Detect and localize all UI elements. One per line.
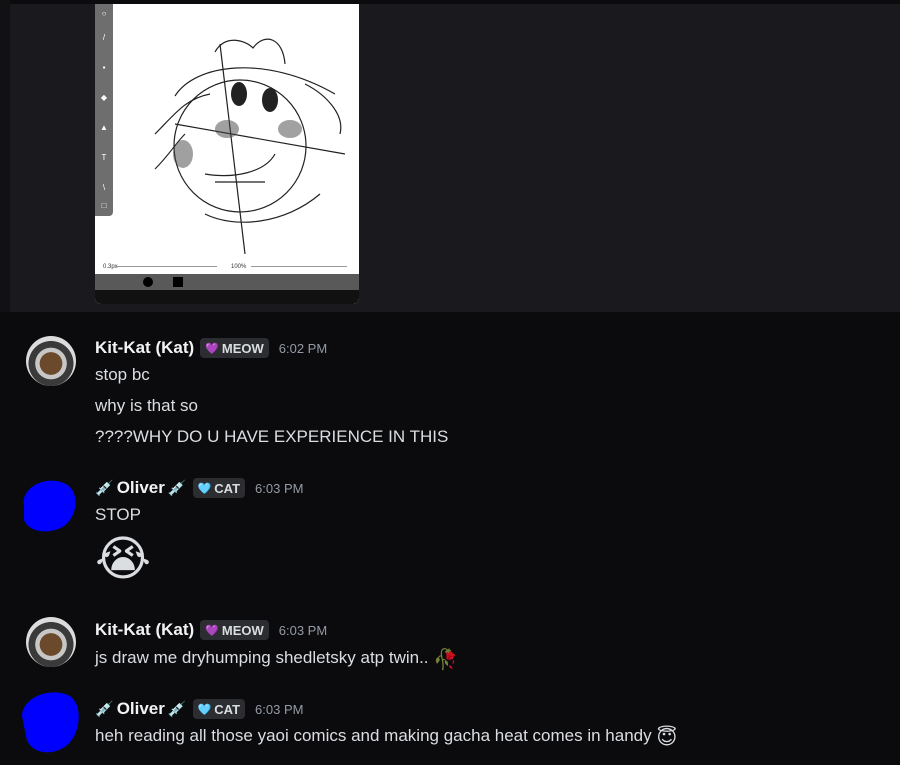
ruler-icon: \ xyxy=(102,183,106,192)
username[interactable]: Oliver xyxy=(117,699,165,719)
timestamp: 6:02 PM xyxy=(278,340,328,356)
avatar[interactable] xyxy=(26,336,76,386)
brush-sliders[interactable]: 0.3px 100% xyxy=(95,260,359,274)
sketch-drawing xyxy=(154,38,346,255)
layer-swatch[interactable] xyxy=(173,277,183,287)
message-header: Kit-Kat (Kat) 💜 MEOW 6:02 PM xyxy=(95,338,327,358)
heart-icon: 🩵 xyxy=(197,482,212,495)
phone-nav-bar xyxy=(95,290,359,304)
role-tag[interactable]: 💜 MEOW xyxy=(200,338,269,358)
timestamp: 6:03 PM xyxy=(278,622,328,638)
syringe-icon: 💉 xyxy=(95,701,114,718)
app-bottom-toolbar xyxy=(95,274,359,290)
message-text: ????WHY DO U HAVE EXPERIENCE IN THIS xyxy=(95,427,449,446)
syringe-icon: 💉 xyxy=(167,701,187,718)
divider xyxy=(0,0,10,312)
username[interactable]: Kit-Kat (Kat) xyxy=(95,338,194,358)
message-group: Kit-Kat (Kat) 💜 MEOW 6:03 PM js draw me … xyxy=(0,602,900,682)
message-text: heh reading all those yaoi comics and ma… xyxy=(95,726,652,745)
message-header: 💉 Oliver 💉 🩵 CAT 6:03 PM xyxy=(95,478,303,498)
message-group: 💉 Oliver 💉 🩵 CAT 6:03 PM STOP 😭 xyxy=(0,452,900,602)
fill-icon: ◆ xyxy=(100,93,108,102)
message-text: STOP xyxy=(95,505,141,524)
avatar[interactable] xyxy=(16,688,82,756)
wilted-rose-emoji[interactable]: 🥀 xyxy=(433,649,458,671)
message-header: Kit-Kat (Kat) 💜 MEOW 6:03 PM xyxy=(95,620,327,640)
timestamp: 6:03 PM xyxy=(255,480,304,496)
heart-icon: 🩵 xyxy=(197,703,212,716)
select-icon: ▲ xyxy=(100,123,108,132)
drawing-tool-rail: ○ / ▪ ◆ ▲ T \ □ xyxy=(95,4,113,216)
eraser-icon: ▪ xyxy=(102,63,106,72)
color-swatch[interactable] xyxy=(143,277,153,287)
attachment-area: ○ / ▪ ◆ ▲ T \ □ 0.3px 100% xyxy=(0,0,900,312)
avatar[interactable] xyxy=(26,617,76,667)
role-tag-label: MEOW xyxy=(221,622,264,638)
avatar[interactable] xyxy=(16,476,80,536)
role-tag-label: CAT xyxy=(214,480,241,496)
brush-size-slider[interactable] xyxy=(117,266,217,267)
role-tag-label: MEOW xyxy=(221,340,264,356)
frame-icon: □ xyxy=(101,201,107,210)
heart-icon: 💜 xyxy=(205,342,219,355)
message-text: js draw me dryhumping shedletsky atp twi… xyxy=(95,648,429,667)
username[interactable]: Oliver xyxy=(117,478,165,498)
message-text: why is that so xyxy=(95,396,198,415)
lasso-icon: ○ xyxy=(101,9,107,18)
text-tool-icon: T xyxy=(101,153,107,162)
message-text-row: heh reading all those yaoi comics and ma… xyxy=(95,725,677,750)
opacity-slider[interactable] xyxy=(251,266,347,267)
timestamp: 6:03 PM xyxy=(255,701,304,717)
syringe-icon: 💉 xyxy=(167,480,187,497)
message-text: stop bc xyxy=(95,365,150,384)
brush-size-label: 0.3px xyxy=(103,264,118,270)
smiling-face-with-halo-emoji[interactable]: 😇 xyxy=(656,727,677,749)
pen-icon: / xyxy=(102,33,106,42)
role-tag[interactable]: 💜 MEOW xyxy=(200,620,269,640)
role-tag[interactable]: 🩵 CAT xyxy=(192,699,246,719)
crying-face-emoji[interactable]: 😭 xyxy=(95,534,151,586)
username[interactable]: Kit-Kat (Kat) xyxy=(95,620,194,640)
message-group: 💉 Oliver 💉 🩵 CAT 6:03 PM heh reading all… xyxy=(0,682,900,765)
role-tag-label: CAT xyxy=(214,701,241,717)
message-text-row: js draw me dryhumping shedletsky atp twi… xyxy=(95,647,458,672)
message-header: 💉 Oliver 💉 🩵 CAT 6:03 PM xyxy=(95,699,303,719)
role-tag[interactable]: 🩵 CAT xyxy=(192,478,246,498)
syringe-icon: 💉 xyxy=(95,480,114,497)
image-attachment[interactable]: ○ / ▪ ◆ ▲ T \ □ 0.3px 100% xyxy=(95,4,359,304)
opacity-label: 100% xyxy=(231,264,247,270)
message-group: Kit-Kat (Kat) 💜 MEOW 6:02 PM stop bc why… xyxy=(0,312,900,452)
heart-icon: 💜 xyxy=(205,624,219,637)
